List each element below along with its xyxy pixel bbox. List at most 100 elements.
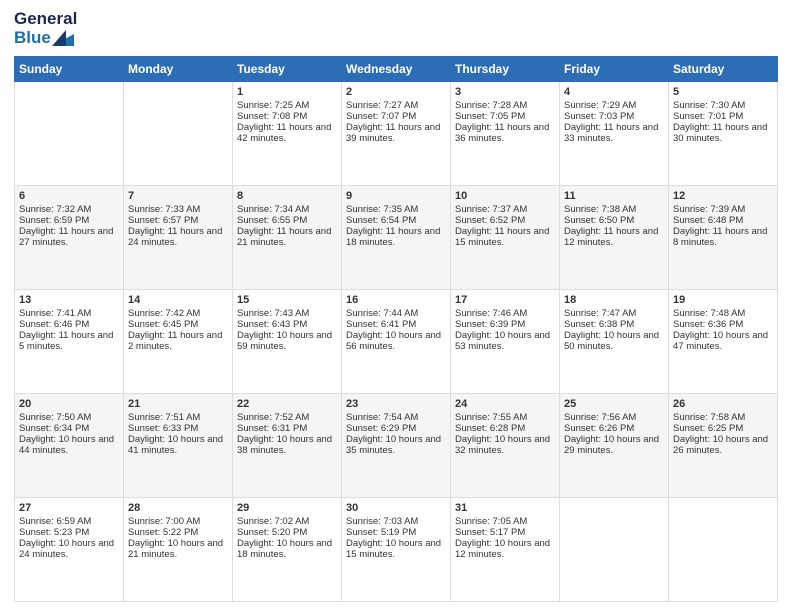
daylight: Daylight: 11 hours and 5 minutes. (19, 330, 113, 352)
daylight: Daylight: 10 hours and 18 minutes. (237, 538, 332, 560)
daylight: Daylight: 10 hours and 41 minutes. (128, 434, 223, 456)
day-number: 26 (673, 398, 773, 410)
sunrise: Sunrise: 7:32 AM (19, 204, 91, 215)
sunrise: Sunrise: 7:03 AM (346, 516, 418, 527)
calendar-cell: 21 Sunrise: 7:51 AMSunset: 6:33 PMDayligh… (124, 394, 233, 498)
sunset: Sunset: 6:29 PM (346, 423, 416, 434)
daylight: Daylight: 11 hours and 18 minutes. (346, 226, 440, 248)
daylight: Daylight: 11 hours and 42 minutes. (237, 122, 331, 144)
daylight: Daylight: 10 hours and 35 minutes. (346, 434, 441, 456)
daylight: Daylight: 10 hours and 26 minutes. (673, 434, 768, 456)
day-number: 12 (673, 190, 773, 202)
calendar-header-tuesday: Tuesday (233, 57, 342, 82)
page-header: General Blue (14, 10, 778, 48)
sunrise: Sunrise: 7:25 AM (237, 100, 309, 111)
sunrise: Sunrise: 7:02 AM (237, 516, 309, 527)
calendar-cell: 8Sunrise: 7:34 AMSunset: 6:55 PMDaylight… (233, 186, 342, 290)
daylight: Daylight: 10 hours and 47 minutes. (673, 330, 768, 352)
sunrise: Sunrise: 7:48 AM (673, 308, 745, 319)
logo: General Blue (14, 10, 60, 48)
sunrise: Sunrise: 7:33 AM (128, 204, 200, 215)
day-number: 15 (237, 294, 337, 306)
sunrise: Sunrise: 7:52 AM (237, 412, 309, 423)
daylight: Daylight: 11 hours and 2 minutes. (128, 330, 222, 352)
daylight: Daylight: 11 hours and 15 minutes. (455, 226, 549, 248)
day-number: 31 (455, 502, 555, 514)
day-number: 20 (19, 398, 119, 410)
calendar-week-1: 1Sunrise: 7:25 AMSunset: 7:08 PMDaylight… (15, 82, 778, 186)
calendar-cell: 14 Sunrise: 7:42 AMSunset: 6:45 PMDayligh… (124, 290, 233, 394)
sunrise: Sunrise: 7:28 AM (455, 100, 527, 111)
sunset: Sunset: 6:33 PM (128, 423, 198, 434)
sunset: Sunset: 6:26 PM (564, 423, 634, 434)
sunset: Sunset: 6:28 PM (455, 423, 525, 434)
calendar-cell: 20Sunrise: 7:50 AMSunset: 6:34 PMDayligh… (15, 394, 124, 498)
calendar-cell: 3Sunrise: 7:28 AMSunset: 7:05 PMDaylight… (451, 82, 560, 186)
calendar-week-4: 20Sunrise: 7:50 AMSunset: 6:34 PMDayligh… (15, 394, 778, 498)
calendar-cell (15, 82, 124, 186)
calendar-cell: 17Sunrise: 7:46 AMSunset: 6:39 PMDayligh… (451, 290, 560, 394)
calendar-header-saturday: Saturday (669, 57, 778, 82)
sunset: Sunset: 6:25 PM (673, 423, 743, 434)
sunrise: Sunrise: 7:00 AM (128, 516, 200, 527)
daylight: Daylight: 10 hours and 24 minutes. (19, 538, 114, 560)
calendar-cell: 10Sunrise: 7:37 AMSunset: 6:52 PMDayligh… (451, 186, 560, 290)
calendar-cell (669, 498, 778, 602)
sunset: Sunset: 5:23 PM (19, 527, 89, 538)
sunrise: Sunrise: 7:58 AM (673, 412, 745, 423)
calendar-week-3: 13Sunrise: 7:41 AMSunset: 6:46 PMDayligh… (15, 290, 778, 394)
daylight: Daylight: 11 hours and 24 minutes. (128, 226, 222, 248)
daylight: Daylight: 10 hours and 38 minutes. (237, 434, 332, 456)
daylight: Daylight: 11 hours and 30 minutes. (673, 122, 767, 144)
day-number: 22 (237, 398, 337, 410)
daylight: Daylight: 10 hours and 56 minutes. (346, 330, 441, 352)
calendar-cell: 29Sunrise: 7:02 AMSunset: 5:20 PMDayligh… (233, 498, 342, 602)
daylight: Daylight: 10 hours and 59 minutes. (237, 330, 332, 352)
calendar-cell: 24Sunrise: 7:55 AMSunset: 6:28 PMDayligh… (451, 394, 560, 498)
sunset: Sunset: 6:45 PM (128, 319, 198, 330)
sunrise: Sunrise: 7:44 AM (346, 308, 418, 319)
sunset: Sunset: 5:20 PM (237, 527, 307, 538)
sunrise: Sunrise: 7:56 AM (564, 412, 636, 423)
daylight: Daylight: 10 hours and 32 minutes. (455, 434, 550, 456)
calendar-cell: 7Sunrise: 7:33 AMSunset: 6:57 PMDaylight… (124, 186, 233, 290)
sunset: Sunset: 6:55 PM (237, 215, 307, 226)
calendar-cell: 26 Sunrise: 7:58 AMSunset: 6:25 PMDayligh… (669, 394, 778, 498)
sunrise: Sunrise: 7:39 AM (673, 204, 745, 215)
calendar-cell: 23Sunrise: 7:54 AMSunset: 6:29 PMDayligh… (342, 394, 451, 498)
daylight: Daylight: 11 hours and 33 minutes. (564, 122, 658, 144)
sunset: Sunset: 6:54 PM (346, 215, 416, 226)
calendar-header-friday: Friday (560, 57, 669, 82)
sunrise: Sunrise: 7:43 AM (237, 308, 309, 319)
sunrise: Sunrise: 7:27 AM (346, 100, 418, 111)
day-number: 21 (128, 398, 228, 410)
calendar-week-2: 6Sunrise: 7:32 AMSunset: 6:59 PMDaylight… (15, 186, 778, 290)
sunset: Sunset: 6:38 PM (564, 319, 634, 330)
sunset: Sunset: 7:07 PM (346, 111, 416, 122)
daylight: Daylight: 11 hours and 27 minutes. (19, 226, 113, 248)
calendar-cell: 6 Sunrise: 7:32 AMSunset: 6:59 PMDaylight… (15, 186, 124, 290)
calendar-cell: 4Sunrise: 7:29 AMSunset: 7:03 PMDaylight… (560, 82, 669, 186)
calendar-cell: 9Sunrise: 7:35 AMSunset: 6:54 PMDaylight… (342, 186, 451, 290)
day-number: 11 (564, 190, 664, 202)
sunrise: Sunrise: 7:51 AM (128, 412, 200, 423)
day-number: 19 (673, 294, 773, 306)
day-number: 27 (19, 502, 119, 514)
sunrise: Sunrise: 7:54 AM (346, 412, 418, 423)
calendar-cell: 15Sunrise: 7:43 AMSunset: 6:43 PMDayligh… (233, 290, 342, 394)
calendar-cell: 16Sunrise: 7:44 AMSunset: 6:41 PMDayligh… (342, 290, 451, 394)
sunset: Sunset: 6:48 PM (673, 215, 743, 226)
calendar-cell: 19Sunrise: 7:48 AMSunset: 6:36 PMDayligh… (669, 290, 778, 394)
day-number: 14 (128, 294, 228, 306)
calendar-cell: 25Sunrise: 7:56 AMSunset: 6:26 PMDayligh… (560, 394, 669, 498)
day-number: 5 (673, 86, 773, 98)
daylight: Daylight: 10 hours and 21 minutes. (128, 538, 223, 560)
day-number: 6 (19, 190, 119, 202)
sunset: Sunset: 6:59 PM (19, 215, 89, 226)
sunrise: Sunrise: 7:46 AM (455, 308, 527, 319)
sunset: Sunset: 6:34 PM (19, 423, 89, 434)
sunrise: Sunrise: 7:41 AM (19, 308, 91, 319)
calendar-cell: 30Sunrise: 7:03 AMSunset: 5:19 PMDayligh… (342, 498, 451, 602)
sunset: Sunset: 6:46 PM (19, 319, 89, 330)
sunrise: Sunrise: 7:42 AM (128, 308, 200, 319)
